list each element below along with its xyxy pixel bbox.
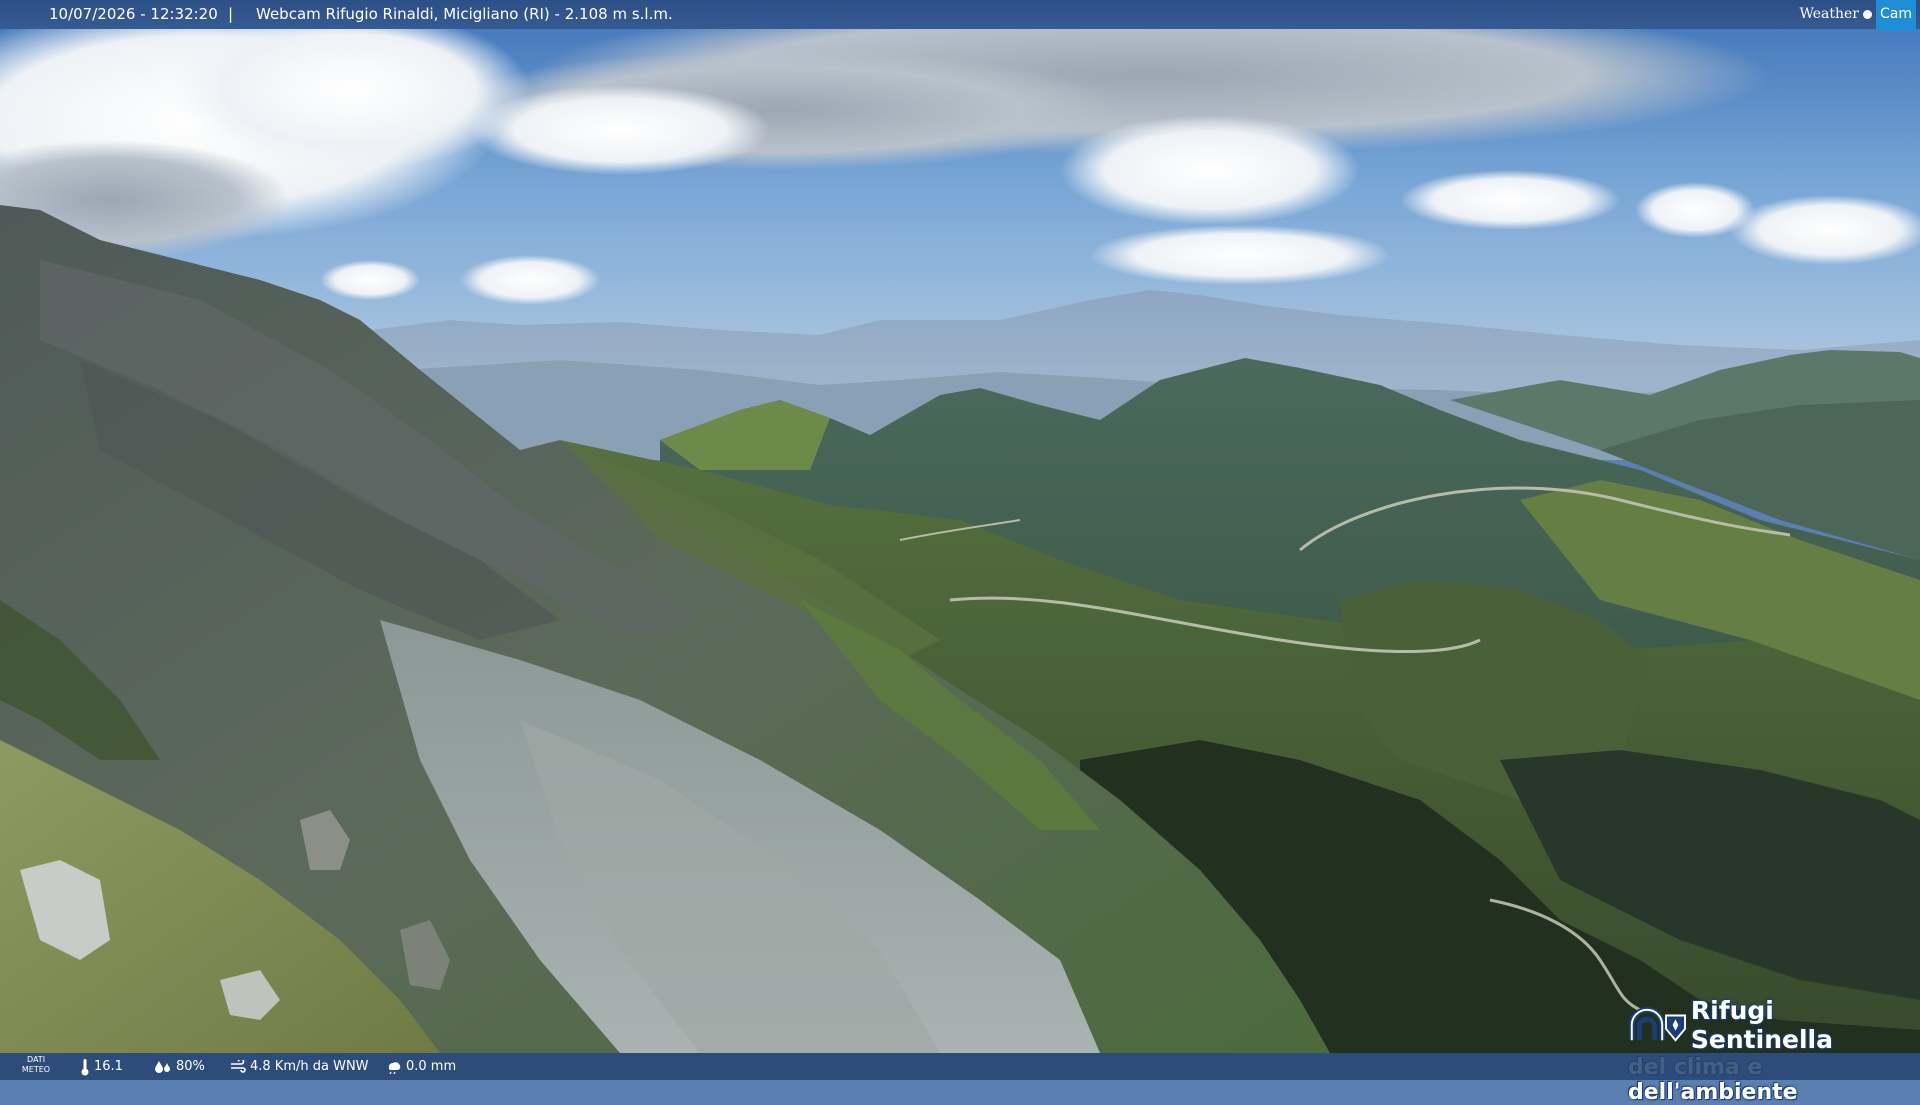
brand-right: Cam xyxy=(1876,0,1916,31)
humidity-reading: 80% xyxy=(154,1053,205,1080)
rain-reading: 0.0 mm xyxy=(386,1053,456,1080)
header-bar: 10/07/2026 - 12:32:20 | Webcam Rifugio R… xyxy=(0,0,1920,29)
temperature-value: 16.1 xyxy=(94,1053,123,1080)
header-separator: | xyxy=(228,0,233,29)
weathercam-logo: Weather Cam xyxy=(1800,0,1920,29)
timestamp: 10/07/2026 - 12:32:20 xyxy=(49,0,218,29)
cnr-emblem-icon xyxy=(1628,1005,1687,1045)
weather-data-bar: DATI METEO 16.1 80% 4.8 Km/h da WNW 0.0 … xyxy=(0,1053,1920,1080)
weather-label-line1: DATI xyxy=(20,1055,52,1065)
logo-line1: Rifugi Sentinella xyxy=(1691,996,1913,1054)
sun-icon xyxy=(1863,10,1872,19)
rain-icon xyxy=(386,1060,402,1074)
humidity-icon xyxy=(154,1060,172,1074)
webcam-title: Webcam Rifugio Rinaldi, Micigliano (RI) … xyxy=(256,0,673,29)
temperature-reading: 16.1 xyxy=(80,1053,123,1080)
thermometer-icon xyxy=(80,1058,90,1076)
weather-data-label: DATI METEO xyxy=(20,1055,52,1078)
wind-value: 4.8 Km/h da WNW xyxy=(250,1053,369,1080)
mountain-landscape xyxy=(0,0,1920,1080)
wind-icon xyxy=(230,1060,246,1074)
rain-value: 0.0 mm xyxy=(406,1053,456,1080)
weather-label-line2: METEO xyxy=(20,1065,52,1075)
wind-reading: 4.8 Km/h da WNW xyxy=(230,1053,369,1080)
brand-left: Weather xyxy=(1800,0,1860,29)
humidity-value: 80% xyxy=(176,1053,205,1080)
